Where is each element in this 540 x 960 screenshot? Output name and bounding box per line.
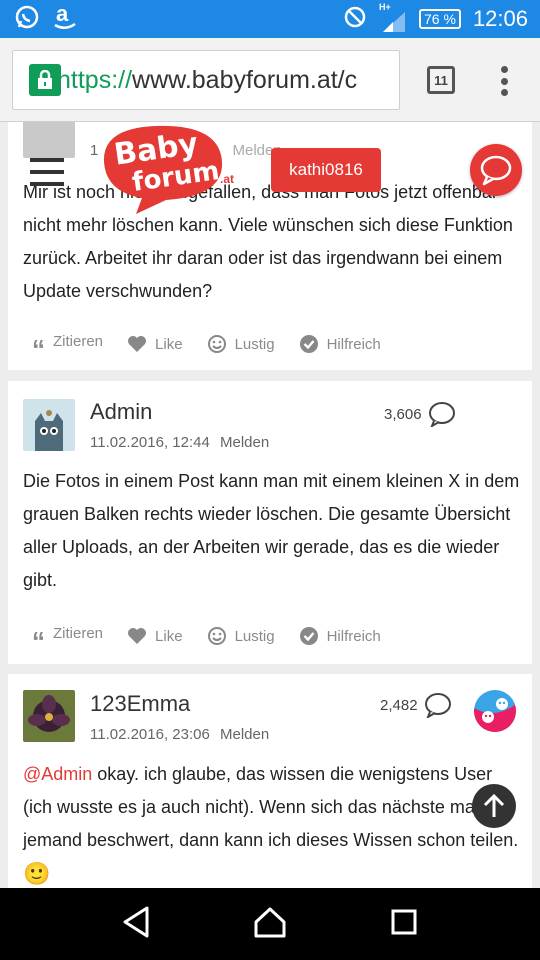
overflow-menu-icon[interactable] — [496, 66, 512, 96]
helpful-label: Hilfreich — [326, 335, 381, 353]
forum-thread: 1 Melden Mir ist noch nicht aufgefallen,… — [0, 122, 540, 888]
heart-icon — [128, 336, 147, 352]
post-date: 11.02.2016, 12:44 — [90, 434, 210, 451]
user-profile-button[interactable]: kathi0816 — [271, 148, 381, 192]
back-icon[interactable] — [121, 905, 151, 944]
arrow-up-icon — [483, 793, 505, 817]
chat-button[interactable] — [470, 144, 522, 196]
user-badge-icon — [474, 690, 516, 732]
like-button[interactable]: Like — [127, 627, 183, 645]
smiley-icon — [207, 335, 226, 353]
funny-label: Lustig — [234, 627, 275, 645]
signal-icon: H+ — [379, 2, 407, 32]
check-icon — [299, 335, 318, 353]
post-count-value: 2,482 — [380, 696, 418, 714]
helpful-button[interactable]: Hilfreich — [299, 334, 381, 354]
post-meta: 11.02.2016, 23:06 Melden — [90, 726, 269, 743]
svg-text:a: a — [56, 3, 69, 26]
url-text: https://www.babyforum.at/c — [57, 65, 358, 95]
funny-label: Lustig — [234, 335, 275, 353]
forum-header: Baby forum .at kathi0816 — [0, 122, 540, 214]
status-bar: a H+ 76 % 12:06 — [0, 0, 540, 38]
logo-text-at: .at — [220, 172, 235, 186]
like-label: Like — [155, 335, 183, 353]
post-card: Admin 11.02.2016, 12:44 Melden 3,606 Die… — [8, 381, 532, 664]
post-author[interactable]: Admin — [90, 399, 152, 425]
quote-icon: “ — [32, 334, 45, 364]
smiley-emoji: 🙂 — [23, 861, 51, 886]
babyforum-logo[interactable]: Baby forum .at — [96, 122, 236, 218]
clock: 12:06 — [472, 6, 528, 31]
quote-button[interactable]: “ Zitieren — [32, 624, 104, 656]
url-bar[interactable]: https://www.babyforum.at/c — [12, 50, 400, 110]
post-text: Die Fotos in einem Post kann man mit ein… — [23, 471, 520, 590]
author-post-count: 3,606 — [384, 401, 456, 427]
battery-indicator: 76 % — [419, 9, 461, 29]
quote-icon: “ — [32, 626, 45, 656]
quote-label: Zitieren — [53, 624, 104, 642]
hamburger-menu-icon[interactable] — [30, 158, 64, 186]
comment-bubble-icon — [424, 693, 451, 718]
funny-button[interactable]: Lustig — [207, 626, 275, 646]
quote-label: Zitieren — [53, 332, 104, 350]
funny-button[interactable]: Lustig — [207, 334, 275, 354]
comment-bubble-icon — [428, 402, 455, 427]
helpful-button[interactable]: Hilfreich — [299, 626, 381, 646]
scroll-to-top-button[interactable] — [472, 784, 516, 828]
home-icon[interactable] — [253, 905, 287, 944]
post-meta: 11.02.2016, 12:44 Melden — [90, 434, 269, 451]
report-link[interactable]: Melden — [220, 434, 269, 451]
recent-apps-icon[interactable] — [389, 907, 419, 942]
post-card: 123Emma 11.02.2016, 23:06 Melden 2,482 @… — [8, 674, 532, 888]
smiley-icon — [207, 627, 226, 645]
system-navigation-bar — [0, 888, 540, 960]
url-host: www.babyforum.at/c — [132, 65, 358, 94]
amazon-icon: a — [52, 1, 78, 36]
helpful-label: Hilfreich — [326, 627, 381, 645]
post-actions: “ Zitieren Like Lustig Hilfreich — [32, 332, 405, 364]
tab-switcher-button[interactable]: 11 — [427, 66, 455, 94]
post-count-value: 3,606 — [384, 405, 422, 423]
url-scheme: https:// — [57, 65, 133, 94]
browser-toolbar: https://www.babyforum.at/c 11 — [0, 38, 540, 122]
heart-icon — [128, 628, 147, 644]
like-button[interactable]: Like — [127, 335, 183, 353]
post-date: 11.02.2016, 23:06 — [90, 726, 210, 743]
author-post-count: 2,482 — [380, 692, 452, 718]
chat-bubble-icon — [480, 155, 512, 186]
post-author[interactable]: 123Emma — [90, 691, 190, 717]
avatar[interactable] — [23, 399, 75, 451]
whatsapp-icon — [14, 4, 40, 35]
report-link[interactable]: Melden — [220, 726, 269, 743]
post-text-body: okay. ich glaube, das wissen die wenigst… — [23, 764, 519, 850]
quote-button[interactable]: “ Zitieren — [32, 332, 104, 364]
mention-link[interactable]: @Admin — [23, 764, 92, 784]
do-not-disturb-icon — [343, 5, 367, 34]
like-label: Like — [155, 627, 183, 645]
post-actions: “ Zitieren Like Lustig Hilfreich — [32, 624, 405, 656]
check-icon — [299, 627, 318, 645]
avatar[interactable] — [23, 690, 75, 742]
post-text: @Admin okay. ich glaube, das wissen die … — [23, 758, 523, 888]
